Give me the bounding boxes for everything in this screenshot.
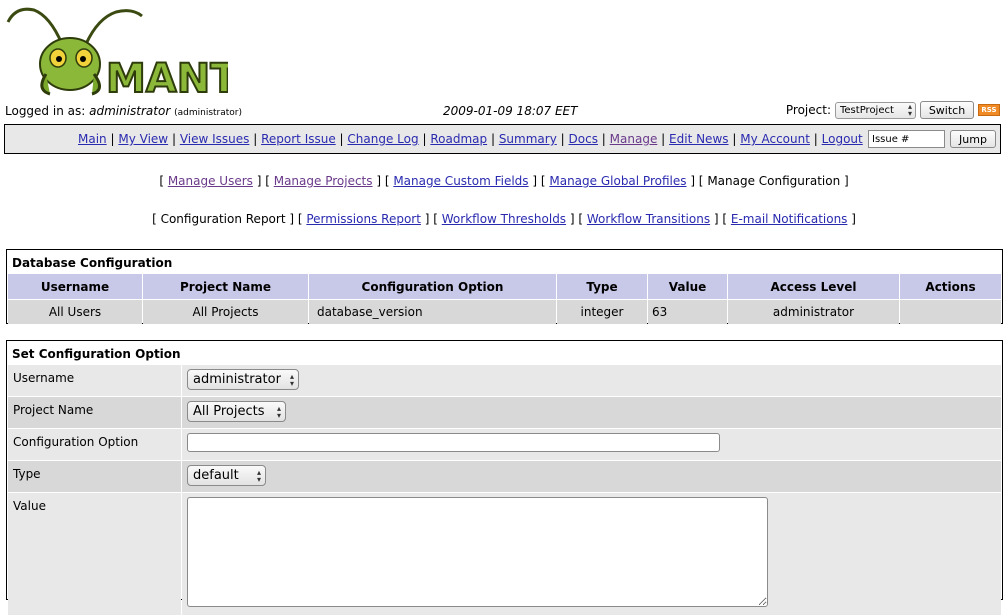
configuration-option-label: Configuration Option (8, 429, 181, 460)
logo-text: MANTIS (106, 56, 228, 98)
username-label: Username (8, 365, 181, 396)
col-type: Type (557, 274, 647, 299)
cell-type: integer (557, 300, 647, 324)
value-textarea[interactable] (187, 497, 768, 607)
datetime: 2009-01-09 18:07 EET (443, 104, 578, 118)
manage-projects-link[interactable]: Manage Projects (274, 174, 373, 188)
table-header-row: Username Project Name Configuration Opti… (8, 274, 1001, 299)
main-menu-links: Main | My View | View Issues | Report Is… (78, 132, 863, 146)
form-row-project: Project Name All Projects ▴ ▾ (8, 397, 1001, 428)
workflow-thresholds-link[interactable]: Workflow Thresholds (442, 212, 566, 226)
login-bar: Logged in as: administrator (administrat… (5, 101, 1000, 121)
form-row-username: Username administrator ▴ ▾ (8, 365, 1001, 396)
cell-configuration-option: database_version (309, 300, 556, 324)
col-actions: Actions (900, 274, 1001, 299)
set-configuration-form: Username administrator ▴ ▾ Project Name A… (7, 364, 1002, 616)
issue-jump: Jump (868, 130, 996, 148)
menu-summary[interactable]: Summary (499, 132, 557, 146)
set-configuration-panel: Set Configuration Option Username admini… (6, 340, 1003, 615)
config-submenu: [ Configuration Report ] [ Permissions R… (152, 212, 856, 226)
username-field-cell: administrator ▴ ▾ (182, 365, 1001, 396)
project-select[interactable]: TestProject ▴ ▾ (835, 101, 916, 119)
username-select[interactable]: administrator ▴ ▾ (187, 369, 299, 390)
type-select-value: default (193, 468, 239, 483)
col-access-level: Access Level (728, 274, 899, 299)
form-row-option: Configuration Option (8, 429, 1001, 460)
table-row: All Users All Projects database_version … (8, 300, 1001, 324)
project-name-select-value: All Projects (193, 404, 265, 419)
form-row-type: Type default ▴ ▾ (8, 461, 1001, 492)
cell-value: 63 (648, 300, 727, 324)
cell-access-level: administrator (728, 300, 899, 324)
project-field-cell: All Projects ▴ ▾ (182, 397, 1001, 428)
username: administrator (89, 104, 171, 118)
cell-username: All Users (8, 300, 142, 324)
updown-icon: ▴ ▾ (289, 371, 294, 388)
menu-my-view[interactable]: My View (118, 132, 168, 146)
menu-main[interactable]: Main (78, 132, 107, 146)
type-field-cell: default ▴ ▾ (182, 461, 1001, 492)
col-configuration-option: Configuration Option (309, 274, 556, 299)
option-field-cell (182, 429, 1001, 460)
issue-number-input[interactable] (868, 130, 945, 148)
updown-icon: ▴ ▾ (276, 403, 281, 420)
menu-roadmap[interactable]: Roadmap (430, 132, 487, 146)
manage-users-link[interactable]: Manage Users (168, 174, 253, 188)
manage-configuration-current: Manage Configuration (707, 174, 841, 188)
value-label: Value (8, 493, 181, 615)
configuration-option-input[interactable] (187, 433, 720, 452)
username-select-value: administrator (193, 372, 281, 387)
updown-icon: ▴ ▾ (256, 467, 261, 484)
email-notifications-link[interactable]: E-mail Notifications (731, 212, 848, 226)
project-name-select[interactable]: All Projects ▴ ▾ (187, 401, 286, 422)
mantis-logo-icon: MANTIS (6, 7, 282, 103)
login-info: Logged in as: administrator (administrat… (5, 104, 242, 118)
project-label: Project: (785, 103, 831, 117)
set-configuration-title: Set Configuration Option (12, 347, 181, 361)
database-configuration-panel: Database Configuration Username Project … (6, 249, 1003, 324)
type-select[interactable]: default ▴ ▾ (187, 465, 266, 486)
database-configuration-title: Database Configuration (12, 256, 173, 270)
menu-change-log[interactable]: Change Log (347, 132, 418, 146)
menu-edit-news[interactable]: Edit News (669, 132, 728, 146)
menu-docs[interactable]: Docs (569, 132, 598, 146)
configuration-report-current: Configuration Report (160, 212, 286, 226)
database-configuration-table: Username Project Name Configuration Opti… (7, 273, 1002, 325)
form-row-value: Value (8, 493, 1001, 615)
main-menu: Main | My View | View Issues | Report Is… (4, 124, 1001, 154)
menu-logout[interactable]: Logout (822, 132, 863, 146)
cell-project-name: All Projects (143, 300, 308, 324)
manage-global-profiles-link[interactable]: Manage Global Profiles (549, 174, 686, 188)
user-role: (administrator) (174, 108, 243, 118)
logged-in-label: Logged in as: (5, 104, 86, 118)
rss-icon[interactable]: RSS (978, 104, 1000, 116)
mantis-logo: MANTIS (6, 4, 282, 103)
updown-icon: ▴ ▾ (907, 102, 912, 118)
cell-actions (900, 300, 1001, 324)
col-value: Value (648, 274, 727, 299)
menu-my-account[interactable]: My Account (740, 132, 810, 146)
workflow-transitions-link[interactable]: Workflow Transitions (587, 212, 710, 226)
project-name-label: Project Name (8, 397, 181, 428)
col-username: Username (8, 274, 142, 299)
project-select-value: TestProject (840, 104, 894, 116)
switch-button[interactable]: Switch (920, 101, 974, 119)
manage-custom-fields-link[interactable]: Manage Custom Fields (393, 174, 528, 188)
value-field-cell (182, 493, 1001, 615)
menu-manage[interactable]: Manage (610, 132, 658, 146)
menu-report-issue[interactable]: Report Issue (261, 132, 336, 146)
permissions-report-link[interactable]: Permissions Report (306, 212, 421, 226)
menu-view-issues[interactable]: View Issues (180, 132, 250, 146)
jump-button[interactable]: Jump (950, 130, 996, 148)
type-label: Type (8, 461, 181, 492)
project-switcher: Project: TestProject ▴ ▾ Switch RSS (786, 101, 1000, 119)
col-project-name: Project Name (143, 274, 308, 299)
manage-submenu: [ Manage Users ] [ Manage Projects ] [ M… (159, 174, 849, 188)
